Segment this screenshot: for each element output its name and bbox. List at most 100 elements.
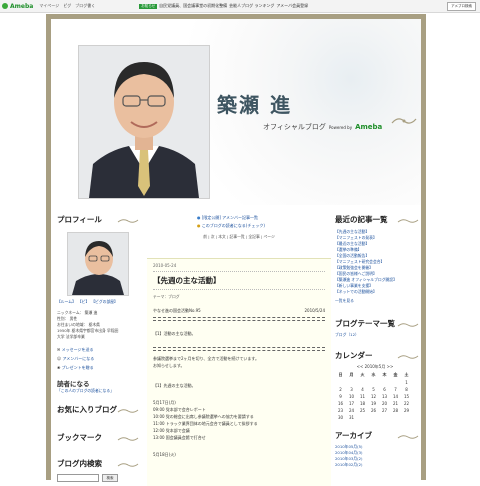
- calendar-day[interactable]: 7: [390, 387, 401, 392]
- notice-text[interactable]: 自民党議員、国会議事堂の初期化整備: [159, 3, 227, 9]
- calendar-day[interactable]: 24: [346, 408, 357, 413]
- schedule-line: 10:00 党の総会に出席し参議院選挙への協力を要請する: [153, 414, 254, 419]
- calendar-day[interactable]: 27: [379, 408, 390, 413]
- star-icon: ●: [197, 223, 201, 228]
- archive-link[interactable]: 2010年02月(2): [335, 462, 421, 468]
- calendar-day[interactable]: 12: [368, 394, 379, 399]
- top-link-mypage[interactable]: マイページ: [39, 3, 59, 9]
- calendar-month[interactable]: << 2010年5月 >>: [335, 364, 415, 370]
- gift-icon: ❀: [57, 365, 61, 370]
- calendar-day[interactable]: 11: [357, 394, 368, 399]
- calendar-day[interactable]: 22: [401, 401, 412, 406]
- calendar-dow: 土: [404, 372, 409, 377]
- activity-header: 【1】活動の主な活動。: [153, 331, 196, 336]
- recent-entry-link[interactable]: 【ネットでの活動開始】: [335, 289, 421, 295]
- calendar-day: [357, 415, 368, 420]
- body-line: お知らせします。: [153, 363, 185, 368]
- entry-date: 2010-05-24: [153, 263, 177, 268]
- mail-date: 2010/5/24: [304, 308, 325, 313]
- calendar-day[interactable]: 6: [379, 387, 390, 392]
- calendar-day[interactable]: 4: [357, 387, 368, 392]
- entry-body: 参議院選挙まで2ヶ月を切り、全力で活動を続けています。 お知らせします。: [153, 355, 325, 369]
- calendar-day[interactable]: 21: [390, 401, 401, 406]
- calendar-day[interactable]: 18: [357, 401, 368, 406]
- entry-title[interactable]: 【先週の主な活動】: [153, 275, 325, 286]
- calendar-day[interactable]: 25: [357, 408, 368, 413]
- calendar-dow: 日: [338, 372, 343, 377]
- top-link-write[interactable]: ブログ書く: [75, 3, 95, 9]
- profile-link-pi[interactable]: 【ピ】: [78, 299, 89, 305]
- member-links: ● [限定公開] アメンバー記事一覧 ● このブログの読者になる(チェック): [147, 214, 331, 230]
- calendar-day[interactable]: 31: [346, 415, 357, 420]
- calendar-day[interactable]: 26: [368, 408, 379, 413]
- notice-more2[interactable]: アメーバ会員登録: [276, 3, 308, 9]
- entry-pager[interactable]: 前 | 次 | 本文 | 記事一覧 | 全記事 | ページ: [147, 234, 331, 240]
- recent-entries-list: 【先週の主な活動】 【マニフェストの発表】 【最近の主な活動】 【選挙の準備】 …: [335, 229, 421, 304]
- ornament-icon: [397, 323, 419, 327]
- send-present-link[interactable]: ❀ プレゼントを贈る: [57, 363, 141, 372]
- calendar-day[interactable]: 2: [335, 387, 346, 392]
- calendar-day[interactable]: 14: [390, 394, 401, 399]
- calendar-day[interactable]: 13: [379, 394, 390, 399]
- ameba-brand-text[interactable]: Ameba: [355, 123, 382, 131]
- profile-link-room[interactable]: 【ルーム】: [57, 299, 76, 305]
- person-add-icon: ☺: [57, 356, 62, 361]
- profile-link-pigg-room[interactable]: 【ピグの部屋】: [91, 299, 118, 305]
- calendar-day[interactable]: 28: [390, 408, 401, 413]
- ornament-icon: [117, 219, 139, 223]
- calendar-day: [379, 380, 390, 385]
- calendar-day[interactable]: 3: [346, 387, 357, 392]
- blog-search-button[interactable]: 検索: [102, 474, 118, 482]
- become-amember-link[interactable]: ☺ アメンバーになる: [57, 354, 141, 363]
- calendar-day[interactable]: 16: [335, 401, 346, 406]
- entry-rule: [153, 317, 325, 321]
- envelope-icon: ✉: [57, 347, 61, 352]
- blog-header: 築瀬 進 オフィシャルブログ Powered by Ameba: [51, 19, 421, 205]
- notice-more[interactable]: 芸能人ブログ ランキング: [229, 3, 274, 9]
- blog-search-input[interactable]: [57, 474, 99, 482]
- ornament-icon: [117, 409, 139, 413]
- calendar-day[interactable]: 23: [335, 408, 346, 413]
- calendar-dow: 火: [360, 372, 365, 377]
- ameba-logo[interactable]: Ameba: [2, 3, 33, 10]
- calendar-day[interactable]: 9: [335, 394, 346, 399]
- top-link-pigg[interactable]: ピグ: [63, 3, 71, 9]
- calendar-dow: 金: [393, 372, 398, 377]
- calendar-day[interactable]: 8: [401, 387, 412, 392]
- send-message-link[interactable]: ✉ メッセージを送る: [57, 345, 141, 354]
- calendar-day[interactable]: 1: [401, 380, 412, 385]
- profile-thumbnail[interactable]: [67, 232, 129, 296]
- calendar-day[interactable]: 20: [379, 401, 390, 406]
- ornament-icon: [397, 219, 419, 223]
- entry-rule: [153, 347, 325, 351]
- recent-entries-more-link[interactable]: 一覧を見る: [335, 298, 421, 304]
- blog-theme-link[interactable]: ブログ（12）: [335, 332, 421, 338]
- calendar-day: [401, 415, 412, 420]
- subscribe-label: このブログの読者になる(チェック): [201, 223, 265, 228]
- calendar-day[interactable]: 30: [335, 415, 346, 420]
- person-thumbnail-image: [68, 233, 128, 295]
- calendar-day: [346, 380, 357, 385]
- ornament-icon: [117, 463, 139, 467]
- top-notice: お知らせ 自民党議員、国会議事堂の初期化整備 芸能人ブログ ランキング アメーバ…: [139, 3, 308, 9]
- entry-theme[interactable]: テーマ：ブログ: [153, 294, 325, 300]
- calendar-day: [357, 380, 368, 385]
- calendar-day[interactable]: 15: [401, 394, 412, 399]
- member-articles-link[interactable]: ● [限定公開] アメンバー記事一覧: [197, 214, 331, 222]
- calendar-day[interactable]: 10: [346, 394, 357, 399]
- calendar-day[interactable]: 5: [368, 387, 379, 392]
- send-present-label: プレゼントを贈る: [61, 365, 94, 370]
- calendar-day[interactable]: 29: [401, 408, 412, 413]
- ameba-search-button[interactable]: アメブロ検索: [447, 2, 476, 11]
- profile-links: 【ルーム】 【ピ】 【ピグの部屋】: [57, 299, 141, 305]
- recent-entries-heading: 最近の記事一覧: [335, 215, 388, 224]
- ornament-icon: [397, 355, 419, 359]
- calendar-day[interactable]: 17: [346, 401, 357, 406]
- profile-photo: [78, 45, 210, 199]
- calendar-day[interactable]: 19: [368, 401, 379, 406]
- blog-title[interactable]: 築瀬 進: [217, 89, 292, 118]
- blog-entry: 2010-05-24 【先週の主な活動】 テーマ：ブログ やなせ進の国会活動No…: [147, 258, 331, 486]
- subscribe-link[interactable]: ● このブログの読者になる(チェック): [197, 222, 331, 230]
- reader-link[interactable]: 「この人のブログの読者になる」: [57, 388, 141, 394]
- reader-heading[interactable]: 読者になる: [57, 378, 141, 388]
